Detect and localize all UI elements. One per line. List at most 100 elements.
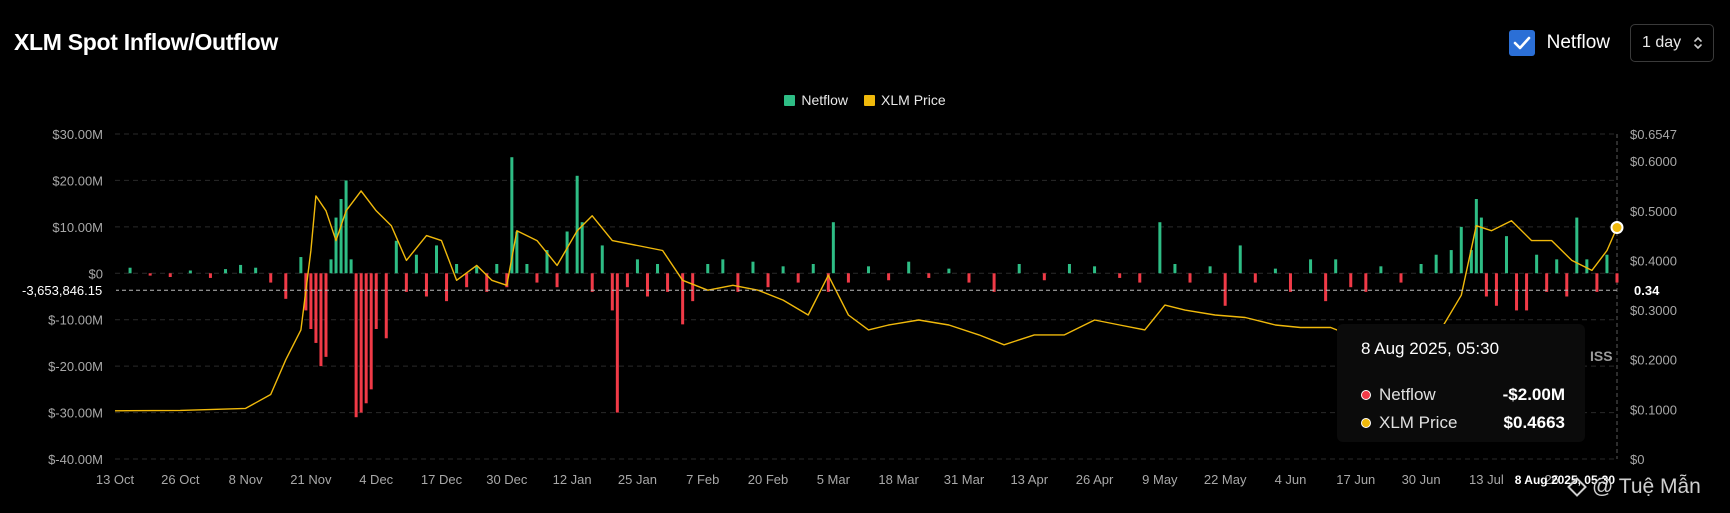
netflow-bar: [188, 270, 192, 274]
x-tick-label: 12 Jan: [553, 472, 592, 487]
y-left-tick-label: $30.00M: [52, 127, 103, 142]
netflow-bar: [751, 261, 755, 274]
netflow-bar: [344, 180, 348, 274]
netflow-bar: [1118, 273, 1122, 278]
netflow-bar: [736, 273, 740, 292]
tooltip-row-price: XLM Price $0.4663: [1361, 413, 1565, 433]
netflow-bar: [635, 259, 639, 274]
netflow-bar: [414, 254, 418, 274]
netflow-bar: [1459, 226, 1463, 274]
crosshair-right-label: 0.34: [1634, 283, 1660, 298]
x-tick-label: 20 Feb: [748, 472, 788, 487]
netflow-bar: [1349, 273, 1353, 288]
netflow-bar: [1535, 254, 1539, 274]
netflow-bar: [394, 240, 398, 274]
netflow-bar: [1555, 259, 1559, 274]
netflow-bar: [1288, 273, 1292, 292]
netflow-bar: [1515, 273, 1519, 311]
x-tick-label: 30 Dec: [486, 472, 528, 487]
netflow-bar: [831, 222, 835, 274]
netflow-bar: [1158, 222, 1162, 274]
netflow-bar: [299, 257, 303, 274]
netflow-bar: [359, 273, 363, 413]
netflow-bar: [455, 264, 459, 274]
netflow-bar: [404, 273, 408, 292]
tooltip-dot-netflow: [1361, 390, 1371, 400]
netflow-bar: [1449, 250, 1453, 274]
y-right-tick-label: $0.5000: [1630, 204, 1677, 219]
tooltip-value-price: $0.4663: [1503, 413, 1565, 432]
netflow-bar: [555, 273, 559, 288]
netflow-bar: [525, 264, 529, 274]
netflow-bar: [1545, 273, 1549, 292]
netflow-bar: [284, 273, 288, 299]
x-tick-label: 30 Jun: [1402, 472, 1441, 487]
netflow-bar: [666, 273, 670, 292]
netflow-bar: [656, 264, 660, 274]
x-tick-label: 22 May: [1204, 472, 1247, 487]
tooltip-dot-price: [1361, 418, 1371, 428]
netflow-bar: [128, 267, 132, 274]
netflow-bar: [1017, 264, 1021, 274]
x-tick-label: 13 Oct: [96, 472, 135, 487]
x-tick-label: 21 Nov: [290, 472, 332, 487]
netflow-bar: [1379, 266, 1383, 274]
netflow-bar: [1419, 264, 1423, 274]
netflow-bar: [645, 273, 649, 297]
netflow-bar: [434, 245, 438, 274]
netflow-bar: [781, 266, 785, 274]
watermark: @ Tuệ Mẫn: [1567, 475, 1701, 499]
netflow-bar: [349, 259, 353, 274]
netflow-bar: [907, 261, 911, 274]
netflow-bar: [1605, 254, 1609, 274]
netflow-bar: [811, 264, 815, 274]
netflow-bar: [148, 273, 152, 276]
netflow-bar: [1334, 259, 1338, 274]
y-left-tick-label: $-30.00M: [48, 406, 103, 421]
crosshair-left-label: -3,653,846.15: [22, 283, 102, 298]
netflow-bar: [339, 199, 343, 274]
netflow-bar: [721, 259, 725, 274]
x-tick-label: 9 May: [1142, 472, 1178, 487]
netflow-bar: [334, 217, 338, 274]
netflow-bar: [364, 273, 368, 404]
netflow-bar: [1173, 264, 1177, 274]
y-left-tick-label: $20.00M: [52, 173, 103, 188]
netflow-bar: [1479, 217, 1483, 274]
netflow-bar: [314, 273, 318, 343]
netflow-bar: [1067, 264, 1071, 274]
netflow-bar: [329, 259, 333, 274]
netflow-bar: [1615, 273, 1619, 283]
netflow-bar: [1504, 236, 1508, 274]
netflow-bar: [887, 273, 891, 281]
y-right-tick-label: $0.3000: [1630, 303, 1677, 318]
netflow-bar: [384, 273, 388, 339]
tooltip-name-netflow: Netflow: [1379, 385, 1436, 404]
y-right-tick-label: $0: [1630, 452, 1644, 467]
x-tick-label: 31 Mar: [944, 472, 985, 487]
netflow-bar: [590, 273, 594, 292]
netflow-bar: [208, 273, 212, 278]
tooltip-row-netflow: Netflow -$2.00M: [1361, 385, 1565, 405]
netflow-bar: [465, 273, 469, 288]
netflow-bar: [1042, 273, 1046, 281]
x-tick-label: 13 Apr: [1010, 472, 1048, 487]
netflow-bar: [927, 273, 931, 278]
netflow-bar: [224, 269, 228, 274]
y-right-tick-label: $0.4000: [1630, 253, 1677, 268]
y-right-tick-label: $0.6547: [1630, 127, 1677, 142]
watermark-text: @ Tuệ Mẫn: [1592, 475, 1701, 498]
y-right-tick-label: $0.2000: [1630, 353, 1677, 368]
netflow-bar: [1494, 273, 1498, 306]
netflow-bar: [309, 273, 313, 329]
netflow-bar: [374, 273, 378, 329]
netflow-bar: [575, 175, 579, 274]
x-tick-label: 17 Dec: [421, 472, 463, 487]
netflow-bar: [691, 273, 695, 302]
netflow-bar: [947, 268, 951, 274]
netflow-bar: [580, 222, 584, 274]
netflow-bar: [354, 273, 358, 418]
netflow-bar: [615, 273, 619, 413]
netflow-bar: [1309, 259, 1313, 274]
netflow-bar: [610, 273, 614, 311]
